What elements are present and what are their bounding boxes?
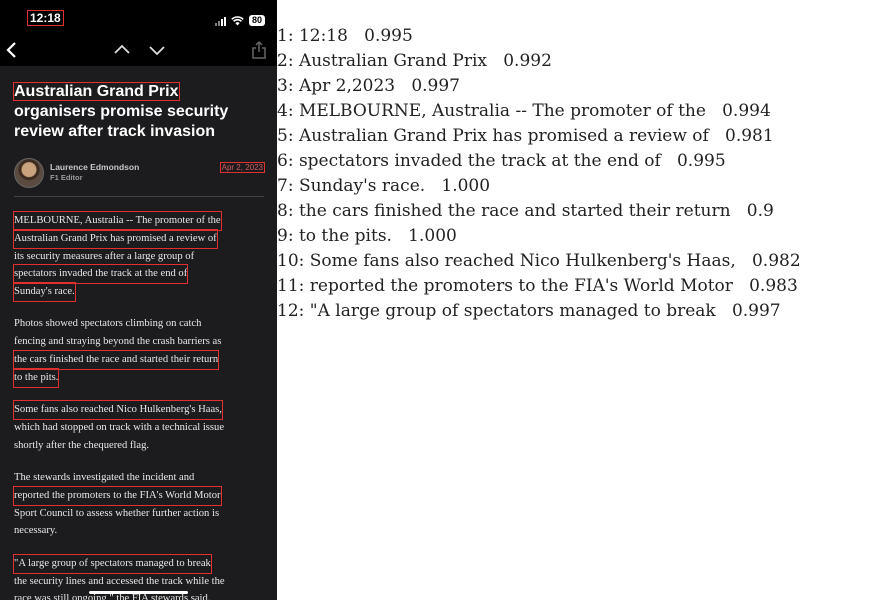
ocr-result-line: 11: reported the promoters to the FIA's … bbox=[277, 276, 798, 296]
headline-line: Australian Grand Prix bbox=[13, 82, 180, 101]
ocr-result-line: 8: the cars finished the race and starte… bbox=[277, 201, 774, 221]
text-line: Sport Council to assess whether further … bbox=[14, 507, 220, 519]
text-line: its security measures after a large grou… bbox=[14, 250, 195, 262]
headline-line: review after track invasion bbox=[14, 123, 215, 140]
text-line: reported the promoters to the FIA's Worl… bbox=[13, 485, 222, 506]
text-line: Some fans also reached Nico Hulkenberg's… bbox=[13, 400, 223, 420]
home-indicator[interactable] bbox=[89, 591, 188, 594]
text-line: the security lines and accessed the trac… bbox=[14, 575, 225, 587]
text-line: "A large group of spectators managed to … bbox=[13, 553, 212, 574]
text-line: Photos showed spectators climbing on cat… bbox=[14, 318, 202, 330]
paragraph: The stewards investigated the incident a… bbox=[13, 469, 270, 540]
paragraph: MELBOURNE, Australia -- The promoter of … bbox=[12, 211, 270, 302]
text-line: The stewards investigated the incident a… bbox=[14, 472, 195, 484]
author-name[interactable]: Laurence Edmondson bbox=[50, 162, 139, 172]
status-bar: 12:18 80 bbox=[0, 0, 277, 36]
article-nav-bar bbox=[0, 36, 277, 66]
phone-screenshot: 12:18 80 Australian Grand Prix organiser… bbox=[0, 0, 277, 600]
text-line: Sunday's race. bbox=[13, 282, 76, 302]
publish-date: Apr 2, 2023 bbox=[219, 162, 266, 173]
ocr-result-line: 6: spectators invaded the track at the e… bbox=[277, 151, 726, 171]
ocr-result-line: 10: Some fans also reached Nico Hulkenbe… bbox=[277, 251, 801, 271]
ocr-result-line: 4: MELBOURNE, Australia -- The promoter … bbox=[277, 101, 771, 121]
text-line: MELBOURNE, Australia -- The promoter of … bbox=[13, 211, 222, 231]
ocr-results-list: 1: 12:18 0.995 2: Australian Grand Prix … bbox=[277, 24, 877, 324]
status-icons: 80 bbox=[214, 11, 265, 30]
ocr-result-line: 9: to the pits. 1.000 bbox=[277, 226, 457, 246]
status-time: 12:18 bbox=[27, 10, 64, 26]
wifi-icon bbox=[231, 11, 244, 30]
text-line: Australian Grand Prix has promised a rev… bbox=[13, 228, 218, 249]
chevron-up-icon[interactable] bbox=[112, 40, 132, 64]
text-line: which had stopped on track with a techni… bbox=[14, 421, 225, 433]
back-icon[interactable] bbox=[4, 40, 20, 64]
article-headline: Australian Grand Prix organisers promise… bbox=[13, 82, 272, 142]
ocr-result-line: 1: 12:18 0.995 bbox=[277, 26, 413, 46]
paragraph: Some fans also reached Nico Hulkenberg's… bbox=[13, 400, 270, 454]
chevron-down-icon[interactable] bbox=[147, 40, 167, 64]
ocr-result-line: 2: Australian Grand Prix 0.992 bbox=[277, 51, 552, 71]
article-body: MELBOURNE, Australia -- The promoter of … bbox=[12, 211, 270, 600]
share-icon[interactable] bbox=[251, 40, 267, 64]
ocr-result-line: 7: Sunday's race. 1.000 bbox=[277, 176, 491, 196]
text-line: fencing and straying beyond the crash ba… bbox=[14, 336, 222, 348]
text-line: shortly after the chequered flag. bbox=[14, 439, 150, 451]
text-line: to the pits. bbox=[12, 367, 60, 388]
ocr-result-line: 5: Australian Grand Prix has promised a … bbox=[277, 126, 774, 146]
text-line: necessary. bbox=[14, 525, 58, 537]
paragraph: Photos showed spectators climbing on cat… bbox=[12, 315, 270, 388]
text-line: spectators invaded the track at the end … bbox=[12, 264, 189, 285]
byline: Laurence Edmondson F1 Editor Apr 2, 2023 bbox=[14, 158, 266, 188]
headline-line: organisers promise security bbox=[14, 103, 229, 120]
ocr-result-line: 3: Apr 2,2023 0.997 bbox=[277, 76, 460, 96]
text-line: the cars finished the race and started t… bbox=[12, 350, 220, 370]
ocr-result-line: 12: "A large group of spectators managed… bbox=[277, 301, 781, 321]
signal-icon bbox=[214, 16, 226, 26]
author-avatar[interactable] bbox=[14, 158, 44, 188]
author-role: F1 Editor bbox=[50, 173, 83, 182]
battery-icon: 80 bbox=[248, 15, 265, 26]
divider bbox=[14, 196, 264, 197]
